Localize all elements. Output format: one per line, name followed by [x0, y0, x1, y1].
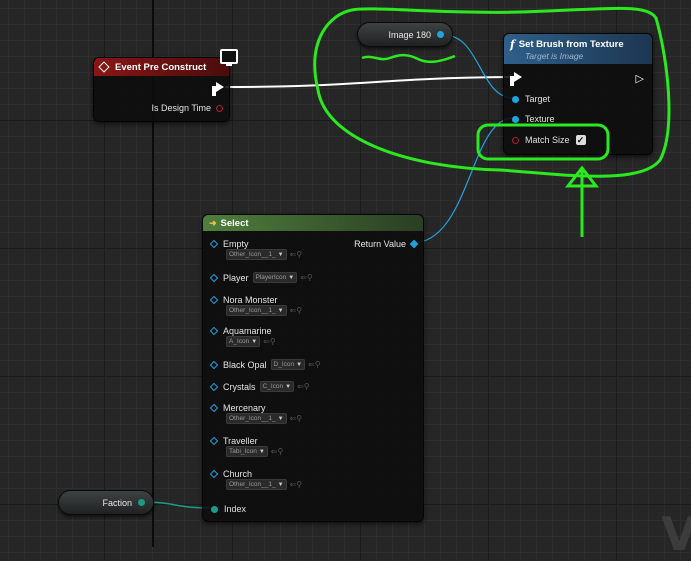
select-header: ➜ Select: [203, 215, 423, 231]
option-label: Mercenary: [223, 403, 266, 413]
option-asset-dropdown[interactable]: PlayerIcon ▼: [252, 272, 298, 283]
select-option: Black Opal D_Icon ▼ ⇐⚲: [209, 359, 321, 370]
watermark-glyph: V: [661, 507, 691, 561]
option-label: Nora Monster: [223, 295, 278, 305]
option-label: Aquamarine: [223, 326, 272, 336]
option-pin[interactable]: [209, 360, 219, 369]
option-asset-value: Tabi_Icon: [229, 448, 257, 455]
option-pin[interactable]: [209, 382, 219, 391]
option-asset-value: D_Icon: [273, 361, 295, 368]
option-pin[interactable]: [209, 469, 219, 479]
select-node[interactable]: ➜ Select Return Value Empty Other_Icon__1…: [202, 214, 424, 522]
index-label: Index: [224, 504, 247, 514]
chevron-down-icon: ▼: [277, 481, 284, 488]
option-asset-dropdown[interactable]: C_Icon ▼: [259, 381, 295, 392]
select-option: Nora Monster Other_Icon__1_ ▼ ⇐⚲: [209, 295, 303, 316]
browse-asset-icon[interactable]: ⇐⚲: [290, 414, 303, 423]
option-pin[interactable]: [209, 295, 219, 305]
select-option: Mercenary Other_Icon__1_ ▼ ⇐⚲: [209, 403, 303, 424]
chevron-down-icon: ▼: [288, 274, 295, 281]
select-option: Player PlayerIcon ▼ ⇐⚲: [209, 272, 313, 283]
option-asset-dropdown[interactable]: Other_Icon__1_ ▼: [226, 413, 287, 424]
select-option: Church Other_Icon__1_ ▼ ⇐⚲: [209, 469, 303, 490]
select-option: Crystals C_Icon ▼ ⇐⚲: [209, 381, 310, 392]
faction-label: Faction: [102, 497, 132, 508]
option-asset-value: Other_Icon__1_: [229, 307, 276, 314]
option-asset-dropdown[interactable]: Other_Icon__1_ ▼: [226, 479, 287, 490]
browse-asset-icon[interactable]: ⇐⚲: [297, 382, 310, 391]
option-asset-value: C_Icon: [262, 383, 284, 390]
chevron-down-icon: ▼: [251, 338, 258, 345]
browse-asset-icon[interactable]: ⇐⚲: [308, 360, 321, 369]
option-label: Empty: [223, 239, 249, 249]
chevron-down-icon: ▼: [277, 415, 284, 422]
option-pin[interactable]: [209, 239, 219, 249]
browse-asset-icon[interactable]: ⇐⚲: [290, 250, 303, 259]
browse-asset-icon[interactable]: ⇐⚲: [271, 447, 284, 456]
option-asset-dropdown[interactable]: Other_Icon__1_ ▼: [226, 305, 287, 316]
option-pin[interactable]: [209, 273, 219, 282]
select-option: Traveller Tabi_Icon ▼ ⇐⚲: [209, 436, 284, 457]
browse-asset-icon[interactable]: ⇐⚲: [290, 306, 303, 315]
chevron-down-icon: ▼: [277, 307, 284, 314]
faction-out-pin[interactable]: [138, 499, 145, 506]
browse-asset-icon[interactable]: ⇐⚲: [300, 273, 313, 282]
option-label: Crystals: [223, 381, 256, 392]
option-asset-value: A_Icon: [229, 338, 250, 345]
faction-variable-node[interactable]: Faction: [58, 490, 154, 515]
option-label: Church: [223, 469, 253, 479]
return-value-row: Return Value: [354, 239, 419, 249]
option-label: Player: [223, 272, 249, 283]
option-pin[interactable]: [209, 403, 219, 413]
chevron-down-icon: ▼: [277, 251, 284, 258]
select-title: Select: [220, 217, 249, 229]
return-value-label: Return Value: [354, 239, 406, 249]
browse-asset-icon[interactable]: ⇐⚲: [263, 337, 276, 346]
select-option: Empty Other_Icon__1_ ▼ ⇐⚲: [209, 239, 303, 260]
option-asset-value: Other_Icon__1_: [229, 415, 276, 422]
option-asset-dropdown[interactable]: Tabi_Icon ▼: [226, 446, 268, 457]
option-asset-dropdown[interactable]: Other_Icon__1_ ▼: [226, 249, 287, 260]
select-option: Aquamarine A_Icon ▼ ⇐⚲: [209, 326, 276, 347]
option-asset-value: Other_Icon__1_: [229, 251, 276, 258]
option-pin[interactable]: [209, 436, 219, 446]
select-arrow-icon: ➜: [209, 217, 217, 228]
chevron-down-icon: ▼: [285, 383, 292, 390]
index-pin-row: Index: [211, 504, 246, 514]
option-asset-dropdown[interactable]: D_Icon ▼: [270, 359, 306, 370]
option-asset-value: PlayerIcon: [255, 274, 287, 281]
index-pin[interactable]: [211, 505, 218, 513]
option-asset-value: Other_Icon__1_: [229, 481, 276, 488]
option-pin[interactable]: [209, 326, 219, 336]
option-label: Traveller: [223, 436, 258, 446]
option-asset-dropdown[interactable]: A_Icon ▼: [226, 336, 261, 347]
option-label: Black Opal: [223, 359, 267, 370]
chevron-down-icon: ▼: [258, 448, 265, 455]
return-value-pin[interactable]: [409, 239, 419, 249]
browse-asset-icon[interactable]: ⇐⚲: [290, 480, 303, 489]
chevron-down-icon: ▼: [296, 361, 303, 368]
